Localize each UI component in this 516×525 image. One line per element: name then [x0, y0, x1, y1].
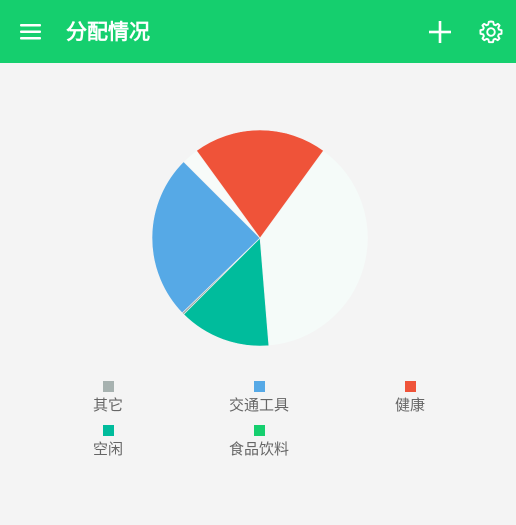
- plus-icon[interactable]: [426, 18, 454, 46]
- legend-swatch: [102, 425, 114, 436]
- legend-label: 交通工具: [228, 396, 289, 414]
- legend-item-other: 其它: [48, 381, 168, 414]
- pie-chart-svg: [151, 129, 369, 347]
- legend-item-transport: 交通工具: [199, 381, 319, 414]
- legend-swatch: [253, 425, 265, 436]
- legend-swatch: [404, 381, 416, 392]
- legend-label: 空闲: [92, 440, 123, 458]
- hamburger-menu-icon[interactable]: [18, 19, 44, 45]
- legend-label: 其它: [92, 396, 123, 414]
- legend-swatch: [102, 381, 114, 392]
- legend-swatch: [253, 381, 265, 392]
- legend-item-health: 健康: [350, 381, 470, 414]
- legend-label: 健康: [394, 396, 425, 414]
- legend-label: 食品饮料: [228, 440, 289, 458]
- allocation-pie-chart: [140, 118, 380, 358]
- gear-icon[interactable]: [478, 19, 504, 45]
- page-title: 分配情况: [66, 20, 150, 44]
- legend-item-leisure: 空闲: [48, 425, 168, 458]
- app-bar: 分配情况: [0, 0, 516, 63]
- legend-item-food-drink: 食品饮料: [199, 425, 319, 458]
